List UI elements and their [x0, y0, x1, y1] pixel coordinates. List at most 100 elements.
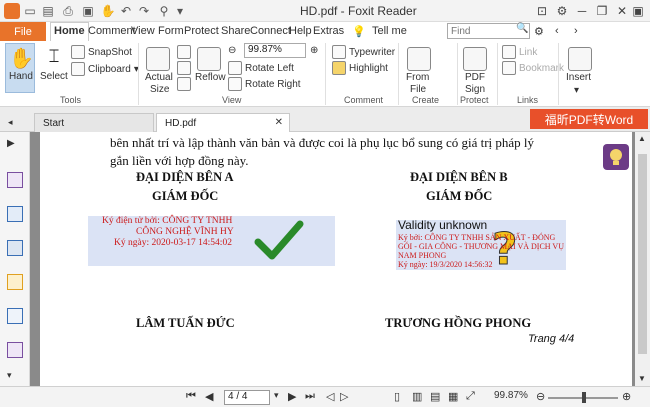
zoom-icon[interactable]: ⊖ [228, 45, 236, 56]
previous-view-icon[interactable]: ◁ [326, 390, 334, 403]
link-button[interactable]: Link [502, 45, 537, 59]
fit-visible-icon[interactable] [177, 77, 191, 91]
tab-extras[interactable]: Extras [313, 25, 344, 37]
lightbulb-icon[interactable]: 💡 [352, 25, 366, 38]
tab-view[interactable]: View [131, 25, 155, 37]
next-result-icon[interactable]: › [574, 25, 578, 37]
sig-b-line-1: Ký bởi: CÔNG TY TNHH SẢN XUẤT - ĐÓNG [398, 233, 556, 242]
select-button[interactable]: Select [40, 71, 68, 82]
insert-button[interactable]: Insert [566, 72, 591, 83]
hand-icon[interactable]: ✋ [100, 3, 116, 19]
zoom-in-icon[interactable]: ⊕ [622, 390, 631, 403]
layers-icon[interactable] [7, 240, 23, 256]
redo-icon[interactable]: ↷ [136, 3, 152, 19]
pdf-sign-label-2[interactable]: Sign [465, 84, 485, 95]
from-file-label-1[interactable]: From [406, 72, 429, 83]
comments-icon[interactable] [7, 274, 23, 290]
zoom-slider-handle[interactable] [582, 392, 586, 403]
actual-size-label-2[interactable]: Size [150, 84, 169, 95]
single-page-view-icon[interactable]: ▯ [394, 390, 400, 403]
assistant-lightbulb-button[interactable] [603, 144, 629, 170]
tell-me-label[interactable]: Tell me [372, 25, 407, 37]
highlight-button[interactable]: Highlight [332, 61, 388, 75]
continuous-view-icon[interactable]: ▥ [412, 390, 422, 403]
zoom-out-icon[interactable]: ⊖ [536, 390, 545, 403]
next-view-icon[interactable]: ▷ [340, 390, 348, 403]
actual-size-label-1[interactable]: Actual [145, 72, 173, 83]
next-page-icon[interactable]: ▶ [288, 390, 296, 403]
undo-icon[interactable]: ↶ [118, 3, 134, 19]
page-dropdown-icon[interactable]: ▾ [274, 390, 279, 401]
pdf-sign-label-1[interactable]: PDF [465, 72, 485, 83]
reflow-button[interactable]: Reflow [195, 72, 226, 83]
group-label-protect: Protect [460, 95, 489, 105]
facing-view-icon[interactable]: ▤ [430, 390, 440, 403]
zoom-in-icon[interactable]: ⊕ [310, 45, 318, 56]
rotate-left-button[interactable]: Rotate Left [228, 61, 294, 75]
close-icon[interactable]: ✕ [614, 3, 630, 19]
print-icon[interactable]: ⎙ [60, 3, 76, 19]
pane-arrow-icon[interactable]: ▾ [7, 370, 23, 386]
page-number-input[interactable]: 4 / 4 [224, 390, 270, 405]
signature-field-b[interactable]: Validity unknown ? Ký bởi: CÔNG TY TNHH … [396, 218, 566, 270]
folder-icon[interactable]: ▤ [40, 3, 56, 19]
file-menu-button[interactable]: File [0, 22, 46, 41]
tab-comment[interactable]: Comment [88, 25, 136, 37]
signature-field-a[interactable]: Ký điện tử bởi: CÔNG TY TNHH CÔNG NGHỆ V… [88, 216, 335, 266]
tab-share[interactable]: Share [221, 25, 250, 37]
minimize-icon[interactable]: ─ [574, 3, 590, 19]
vertical-scrollbar[interactable]: ▲ ▼ [635, 132, 650, 386]
typewriter-button[interactable]: Typewriter [332, 45, 395, 59]
save-icon[interactable]: ▣ [80, 3, 96, 19]
tab-form[interactable]: Form [158, 25, 184, 37]
tab-help[interactable]: Help [289, 25, 312, 37]
prev-page-icon[interactable]: ◀ [205, 390, 213, 403]
tab-start[interactable]: Start [34, 113, 154, 132]
scroll-thumb[interactable] [638, 154, 647, 354]
expand-pane-icon[interactable]: ▶ [7, 138, 23, 154]
user-icon[interactable]: ▣ [630, 3, 646, 19]
separator [138, 43, 139, 105]
first-page-icon[interactable]: ⏮ [186, 390, 196, 403]
clipboard-label: Clipboard [88, 63, 131, 75]
tab-hd-pdf[interactable]: HD.pdf ✕ [156, 113, 290, 132]
customize-icon[interactable]: ▾ [172, 3, 188, 19]
open-icon[interactable]: ▭ [22, 3, 38, 19]
search-options-icon[interactable]: ⚙ [534, 25, 544, 38]
settings-icon[interactable]: ⚙ [554, 3, 570, 19]
convert-to-word-banner[interactable]: 福昕PDF转Word [530, 109, 648, 129]
bookmark-button[interactable]: Bookmark [502, 61, 564, 75]
fit-page-icon[interactable] [177, 45, 191, 59]
rotate-right-button[interactable]: Rotate Right [228, 77, 301, 91]
stamp-icon[interactable]: ⚲ [156, 3, 172, 19]
restore-icon[interactable]: ❐ [594, 3, 610, 19]
tab-connect[interactable]: Connect [250, 25, 291, 37]
prev-result-icon[interactable]: ‹ [555, 25, 559, 37]
group-label-comment: Comment [344, 95, 384, 105]
fit-width-icon[interactable] [177, 61, 191, 75]
foxit-logo-icon [4, 3, 20, 19]
zoom-input[interactable]: 99.87% [244, 43, 306, 58]
cart-icon[interactable]: ⊡ [534, 3, 550, 19]
bookmarks-icon[interactable] [7, 206, 23, 222]
status-zoom-value[interactable]: 99.87% [494, 390, 528, 401]
cover-view-icon[interactable]: ▦ [448, 390, 458, 403]
tab-protect[interactable]: Protect [184, 25, 219, 37]
close-tab-icon[interactable]: ✕ [275, 117, 283, 128]
fullscreen-icon[interactable]: ⤢ [466, 390, 475, 403]
tab-scroll-left-icon[interactable]: ◂ [8, 117, 13, 128]
scroll-up-icon[interactable]: ▲ [638, 134, 646, 143]
from-file-label-2[interactable]: File [410, 84, 426, 95]
attachments-icon[interactable] [7, 308, 23, 324]
scroll-down-icon[interactable]: ▼ [638, 374, 646, 383]
select-icon[interactable]: ⌶ [42, 46, 66, 70]
search-icon[interactable]: 🔍 [516, 23, 528, 34]
snapshot-button[interactable]: SnapShot [71, 45, 132, 59]
page-thumbnails-icon[interactable] [7, 172, 23, 188]
clipboard-button[interactable]: Clipboard ▾ [71, 62, 139, 76]
chevron-down-icon[interactable]: ▾ [574, 85, 579, 96]
tab-home[interactable]: Home [50, 22, 89, 41]
signatures-icon[interactable] [7, 342, 23, 358]
navigation-pane: ▶ ▾ [0, 132, 30, 386]
last-page-icon[interactable]: ⏭ [305, 390, 315, 403]
